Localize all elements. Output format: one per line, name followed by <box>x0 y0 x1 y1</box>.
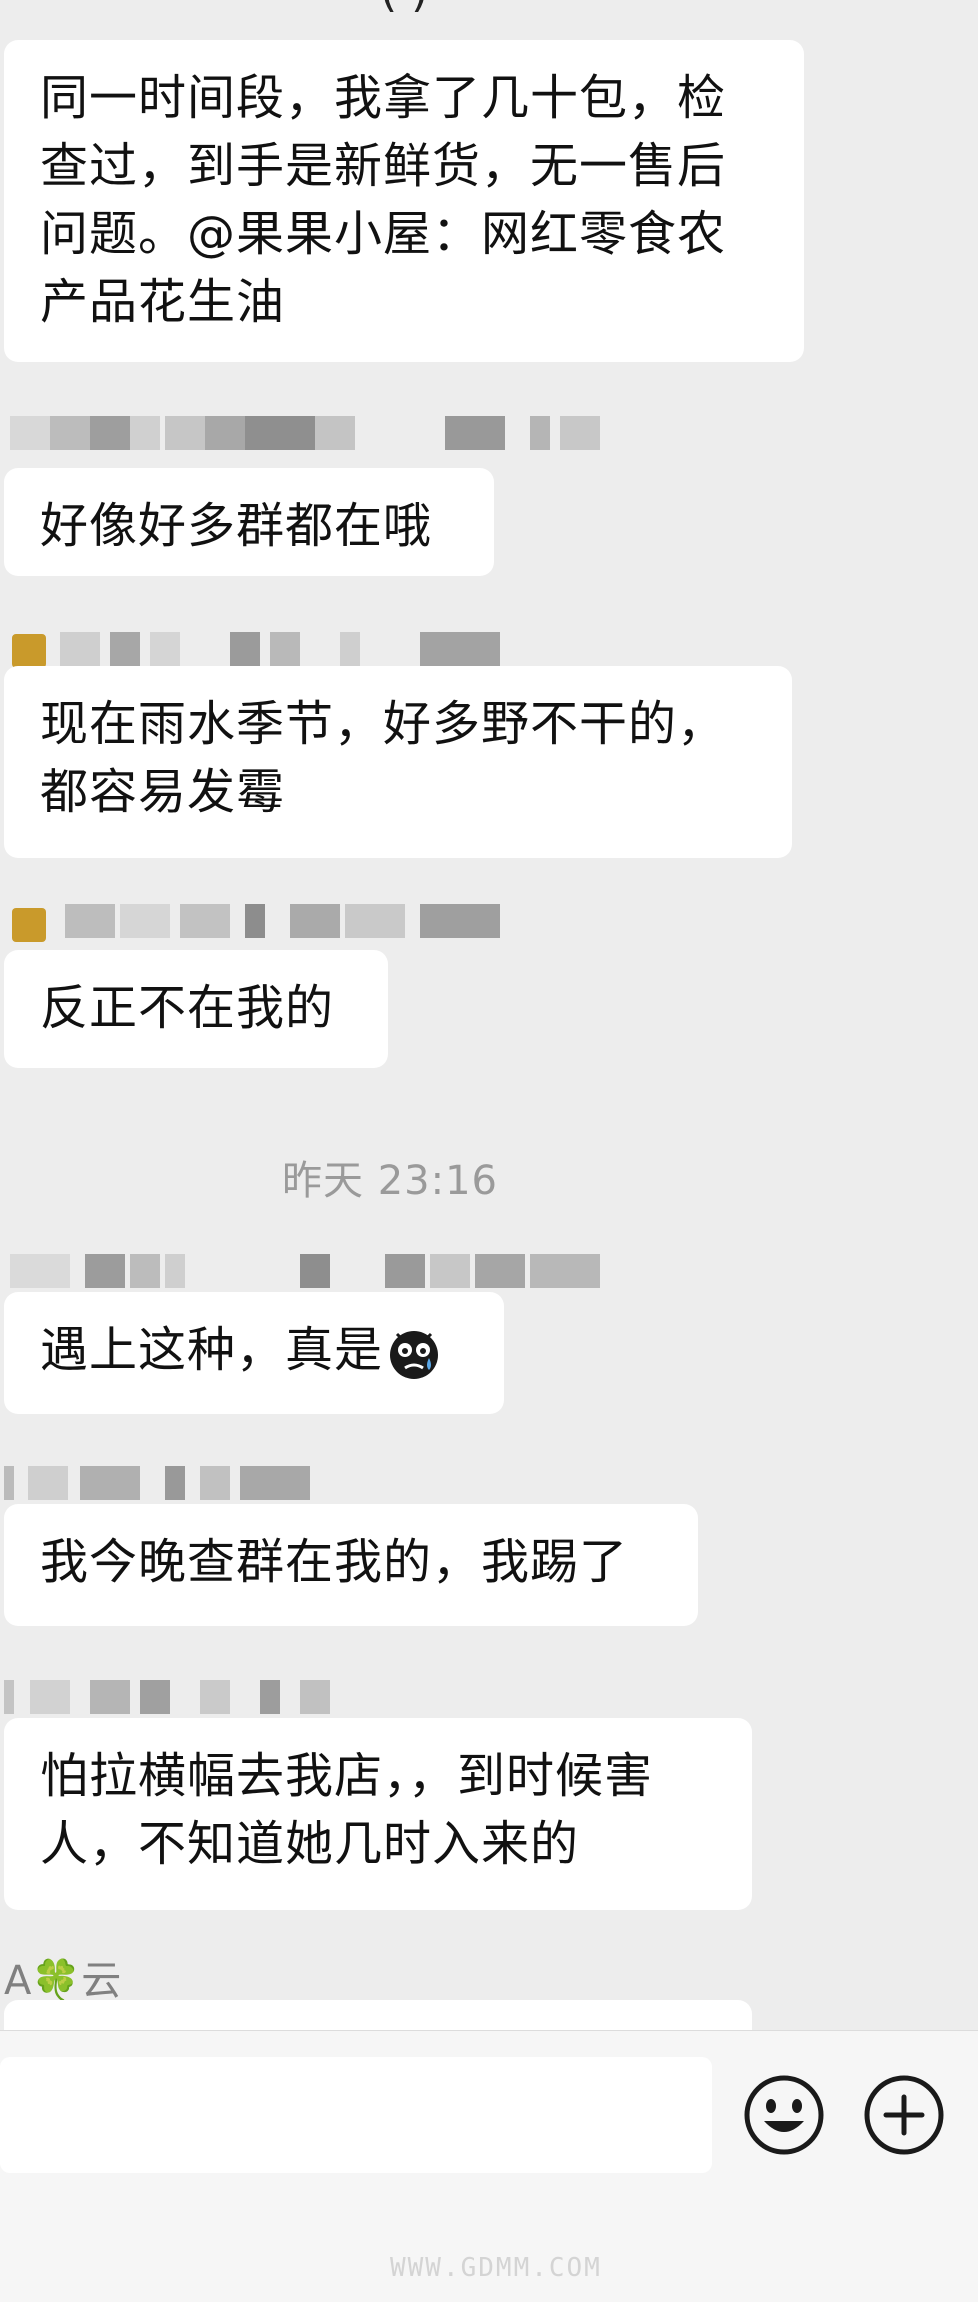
message-bubble[interactable]: 遇上这种，真是 <box>4 1292 504 1414</box>
message-bubble[interactable] <box>4 2000 752 2030</box>
crying-face-emoji-icon <box>390 1331 439 1379</box>
message-line: 怕拉横幅去我店，，到时候害 <box>40 1748 654 1804</box>
message-bubble[interactable]: 我今晚查群在我的，我踢了 <box>4 1504 698 1626</box>
sender-name-blurred <box>0 1466 360 1508</box>
sender-name-blurred <box>0 1680 360 1722</box>
plus-circle-icon[interactable] <box>862 2073 946 2157</box>
message-bubble[interactable]: 反正不在我的 <box>4 950 388 1068</box>
message-input[interactable] <box>0 2057 712 2173</box>
message-line: 反正不在我的 <box>40 980 335 1036</box>
sender-name-blurred <box>0 904 520 946</box>
message-line: 好像好多群都在哦 <box>40 498 433 554</box>
message-bubble[interactable]: 现在雨水季节，好多野不干的， 都容易发霉 <box>4 666 792 858</box>
chat-area[interactable]: ( ) 同一时间段，我拿了几十包，检 查过，到手是新鲜货，无一售后 问题。@果果… <box>0 0 978 2030</box>
message-line: 同一时间段，我拿了几十包，检 <box>40 70 727 126</box>
smiley-face-icon[interactable] <box>742 2073 826 2157</box>
clover-icon: 🍀 <box>31 1958 82 2004</box>
message-bubble[interactable]: 同一时间段，我拿了几十包，检 查过，到手是新鲜货，无一售后 问题。@果果小屋：网… <box>4 40 804 362</box>
message-bubble[interactable]: 怕拉横幅去我店，，到时候害 人，不知道她几时入来的 <box>4 1718 752 1910</box>
message-line: 遇上这种，真是 <box>40 1322 443 1379</box>
timestamp: 昨天 23:16 <box>282 1158 498 1204</box>
top-fragment: ( ) <box>380 0 428 17</box>
message-bubble[interactable]: 好像好多群都在哦 <box>4 468 494 576</box>
message-line: 问题。@果果小屋：网红零食农 <box>40 206 727 262</box>
sender-name: A🍀云 <box>4 1958 122 2004</box>
avatar <box>12 908 46 942</box>
message-line: 查过，到手是新鲜货，无一售后 <box>40 138 727 194</box>
message-line: 都容易发霉 <box>40 764 286 820</box>
sender-name-blurred <box>0 416 620 458</box>
message-line: 人，不知道她几时入来的 <box>40 1816 580 1872</box>
input-bar: WWW.GDMM.COM <box>0 2030 978 2302</box>
watermark: WWW.GDMM.COM <box>390 2253 602 2283</box>
message-line: 现在雨水季节，好多野不干的， <box>40 696 727 752</box>
sender-name-blurred <box>0 1254 620 1296</box>
message-line: 产品花生油 <box>40 274 286 330</box>
message-line: 我今晚查群在我的，我踢了 <box>40 1534 629 1590</box>
avatar <box>12 634 46 668</box>
